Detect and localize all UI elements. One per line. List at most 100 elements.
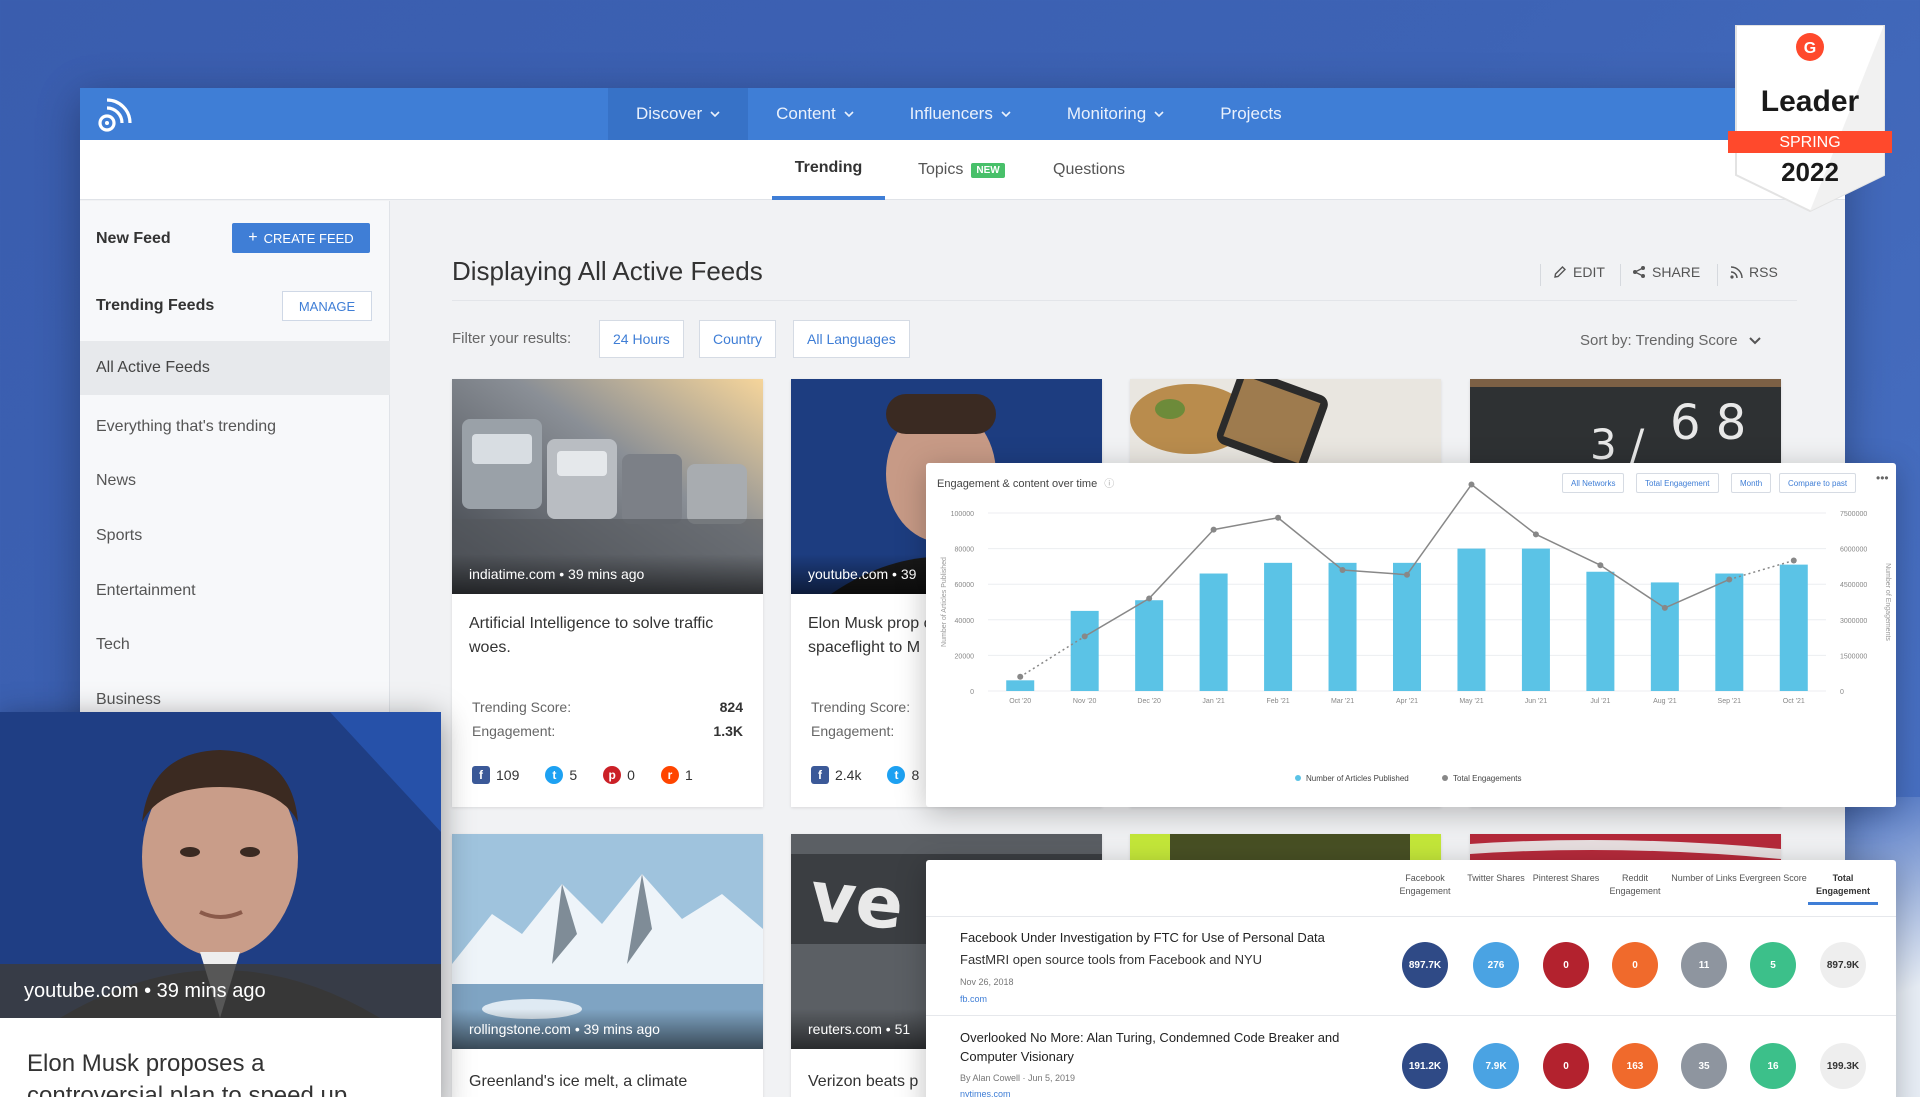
tab-trending[interactable]: Trending [772, 140, 885, 200]
feed-card[interactable]: rollingstone.com • 39 mins ago Greenland… [452, 834, 763, 1097]
x-tick-label: Dec '20 [1137, 698, 1161, 705]
card-title[interactable]: Artificial Intelligence to solve traffic… [469, 612, 729, 660]
column-header[interactable]: Evergreen Score [1738, 872, 1808, 885]
edit-label: EDIT [1573, 264, 1605, 280]
y2-tick-label: 4500000 [1840, 582, 1867, 589]
column-header[interactable]: Total Engagement [1808, 872, 1878, 898]
chart-bar [1070, 610, 1099, 691]
filter-country[interactable]: Country [699, 320, 777, 358]
pinterest-value: 0 [627, 767, 635, 783]
metric-circle: 16 [1750, 1043, 1796, 1089]
create-feed-button[interactable]: + CREATE FEED [232, 223, 370, 253]
y-tick-label: 20000 [955, 653, 975, 660]
card-title[interactable]: Greenland's ice melt, a climate [469, 1070, 729, 1094]
nav-projects[interactable]: Projects [1192, 88, 1309, 140]
filter-24-hours[interactable]: 24 Hours [599, 320, 684, 358]
g2-season-text: SPRING [1779, 134, 1840, 151]
rss-icon [1730, 265, 1743, 279]
x-tick-label: Jul '21 [1590, 698, 1610, 705]
sidebar-item-news[interactable]: News [80, 454, 390, 508]
row-subtitle: FastMRI open source tools from Facebook … [960, 952, 1263, 967]
y2-axis-label: Number of Engagements [1884, 563, 1891, 641]
y-axis-label: Number of Articles Published [941, 557, 948, 647]
featured-card[interactable]: youtube.com • 39 mins ago Elon Musk prop… [0, 712, 441, 1097]
reddit-icon: r [660, 766, 679, 784]
facebook-value: 2.4k [835, 767, 862, 783]
chart-bar [1199, 573, 1228, 691]
sidebar-item-tech[interactable]: Tech [80, 618, 390, 672]
sidebar-item-entertainment[interactable]: Entertainment [80, 564, 390, 618]
y2-tick-label: 0 [1840, 689, 1844, 696]
row-link[interactable]: fb.com [960, 994, 987, 1004]
new-badge: NEW [971, 162, 1005, 178]
twitter-value: 8 [911, 767, 920, 783]
trending-score-label: Trending Score: [472, 699, 572, 715]
nav-influencers[interactable]: Influencers [882, 88, 1039, 140]
chart-bar [1393, 562, 1421, 691]
tab-questions[interactable]: Questions [1053, 140, 1125, 200]
create-feed-label: CREATE FEED [263, 230, 354, 246]
filter-all-languages[interactable]: All Languages [793, 320, 910, 358]
column-header[interactable]: Facebook Engagement [1390, 872, 1460, 898]
chevron-down-icon [1748, 336, 1761, 344]
sidebar-item-all-active-feeds[interactable]: All Active Feeds [80, 341, 390, 395]
rss-button[interactable]: RSS [1730, 264, 1778, 280]
line-point [1210, 526, 1217, 533]
line-point [1275, 514, 1282, 521]
page-title: Displaying All Active Feeds [452, 256, 763, 286]
y-tick-label: 40000 [955, 618, 975, 625]
card-title[interactable]: Elon Musk proposes a controversial plan … [27, 1048, 407, 1097]
y2-tick-label: 1500000 [1840, 653, 1867, 660]
manage-button[interactable]: MANAGE [282, 291, 372, 321]
card-source: youtube.com • 39 mins ago [0, 964, 441, 1018]
chart-bar [1328, 562, 1357, 691]
legend-marker [1442, 775, 1448, 781]
divider [1540, 264, 1541, 286]
row-title[interactable]: Overlooked No More: Alan Turing, Condemn… [960, 1028, 1380, 1066]
trending-score-label: Trending Score: [811, 699, 911, 715]
metric-circle: 11 [1681, 942, 1727, 988]
column-header[interactable]: Number of Links [1669, 872, 1739, 885]
filter-label: Filter your results: [452, 330, 572, 347]
divider [926, 916, 1896, 917]
y2-tick-label: 7500000 [1840, 511, 1867, 518]
legend-label: Total Engagements [1453, 774, 1522, 783]
nav-discover[interactable]: Discover [608, 88, 749, 140]
metric-circle: 0 [1612, 942, 1658, 988]
x-tick-label: Nov '20 [1073, 698, 1097, 705]
y-tick-label: 100000 [951, 511, 974, 518]
column-header[interactable]: Reddit Engagement [1600, 872, 1670, 898]
column-header[interactable]: Twitter Shares [1461, 872, 1531, 885]
row-date: Nov 26, 2018 [960, 977, 1014, 987]
engagement-label: Engagement: [811, 723, 895, 739]
facebook-count: f 109 [472, 766, 519, 784]
feed-card[interactable]: indiatime.com • 39 mins ago Artificial I… [452, 379, 763, 807]
sub-navigation: Trending Topics NEW Questions [80, 140, 1845, 200]
app-logo-icon[interactable] [96, 96, 134, 134]
facebook-value: 109 [496, 767, 520, 783]
chevron-down-icon [710, 111, 720, 118]
line-point [1597, 562, 1604, 569]
column-header[interactable]: Pinterest Shares [1531, 872, 1601, 885]
card-source: indiatime.com • 39 mins ago [452, 554, 763, 594]
sidebar-item-sports[interactable]: Sports [80, 509, 390, 563]
tab-topics[interactable]: Topics NEW [918, 140, 1005, 200]
svg-text:3 /: 3 / [1590, 420, 1645, 469]
sort-label: Sort by: Trending Score [1580, 332, 1738, 349]
chart-bar [1715, 573, 1744, 691]
nav-content[interactable]: Content [748, 88, 882, 140]
share-button[interactable]: SHARE [1632, 264, 1700, 280]
line-point [1017, 673, 1024, 680]
sidebar-item-everything-trending[interactable]: Everything that's trending [80, 400, 390, 454]
trending-feeds-heading: Trending Feeds [96, 297, 215, 314]
row-link[interactable]: nytimes.com [960, 1089, 1011, 1097]
edit-button[interactable]: EDIT [1553, 264, 1605, 280]
new-feed-heading: New Feed [96, 230, 171, 247]
legend-marker [1295, 775, 1301, 781]
sort-dropdown[interactable]: Sort by: Trending Score [1580, 332, 1762, 349]
row-title[interactable]: Facebook Under Investigation by FTC for … [960, 928, 1380, 947]
nav-monitoring[interactable]: Monitoring [1039, 88, 1192, 140]
tab-trending-label: Trending [794, 159, 863, 176]
x-tick-label: Apr '21 [1396, 698, 1418, 705]
y-tick-label: 60000 [955, 582, 975, 589]
